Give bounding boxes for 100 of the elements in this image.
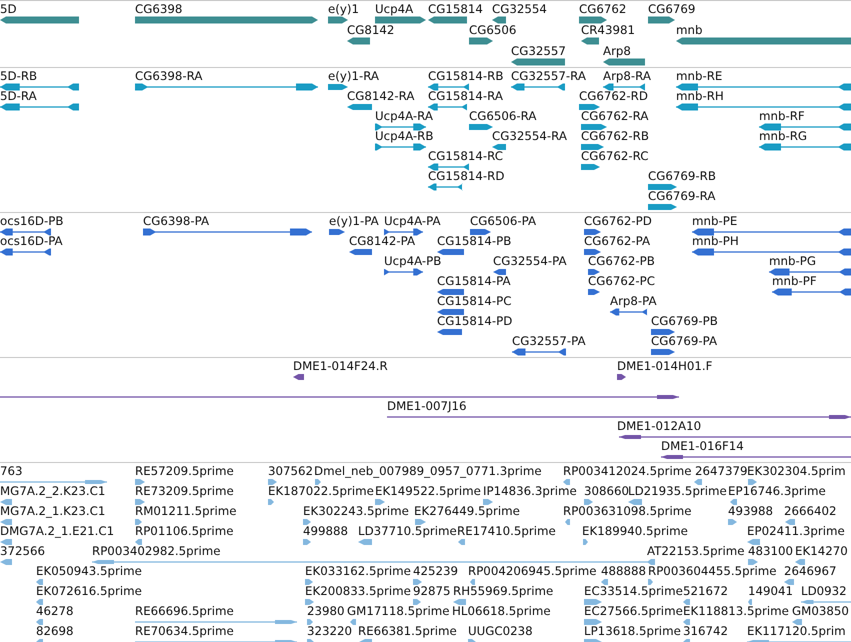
- feature-label: LD37710.5prime: [358, 524, 457, 538]
- feature-label: DME1-016F14: [661, 439, 744, 453]
- feature-label: RE73209.5prime: [135, 484, 234, 498]
- feature-label: e(y)1-RA: [328, 69, 379, 83]
- feature-label: DME1-007J16: [387, 399, 466, 413]
- feature-label: mnb-RH: [676, 89, 724, 103]
- feature-label: Arp8-RA: [603, 69, 651, 83]
- feature-label: CG15814-RB: [428, 69, 504, 83]
- feature-label: Ucp4A-RA: [375, 109, 433, 123]
- feature-label: EK118813.5prime: [683, 604, 789, 618]
- feature-label: HL06618.5prime: [452, 604, 551, 618]
- feature-label: 499888: [303, 524, 348, 538]
- feature-label: mnb-PG: [769, 254, 816, 268]
- feature-label: EP16746.3prime: [728, 484, 826, 498]
- feature-label: RE57209.5prime: [135, 464, 234, 478]
- feature-label: 316742: [683, 624, 728, 638]
- feature-label: 763: [0, 464, 23, 478]
- feature-label: DME1-014F24.R: [293, 359, 388, 373]
- feature-label: 521672: [683, 584, 728, 598]
- feature-label: DMG7A.2_1.E21.C1: [0, 524, 114, 538]
- feature-label: mnb-PE: [692, 214, 738, 228]
- feature-label: Ucp4A-PB: [384, 254, 442, 268]
- feature-label: CG32554: [492, 2, 547, 16]
- feature-label: 5D: [0, 2, 17, 16]
- feature-label: 5D-RB: [0, 69, 38, 83]
- feature-label: CG6762-RA: [581, 109, 648, 123]
- feature-label: 307562: [268, 464, 314, 478]
- feature-label: CG6506-PA: [470, 214, 536, 228]
- feature-label: CG6398: [135, 2, 182, 16]
- feature-label: 2646967: [784, 564, 837, 578]
- feature-label: CG6762-PA: [584, 234, 650, 248]
- feature-label: RP003412024.5prime: [563, 464, 692, 478]
- feature-label: EK276449.5prime: [414, 504, 520, 518]
- feature-label: CG6769-PA: [651, 334, 718, 348]
- feature-label: RP004206945.5prime: [468, 564, 596, 578]
- feature-label: 2647379: [695, 464, 748, 478]
- feature-label: 425239: [413, 564, 458, 578]
- feature-label: CG32554-RA: [492, 129, 567, 143]
- feature-label: Ucp4A: [375, 2, 414, 16]
- feature-label: CG8142-RA: [347, 89, 414, 103]
- feature-label: 149041: [748, 584, 794, 598]
- feature-label: Arp8: [603, 44, 631, 58]
- feature-label: RH55969.5prime: [453, 584, 554, 598]
- feature-label: 23980: [307, 604, 345, 618]
- feature-label: RE66696.5prime: [135, 604, 234, 618]
- feature-label: EK033162.5prime: [305, 564, 411, 578]
- feature-label: 2666402: [784, 504, 837, 518]
- feature-label: CG15814-RA: [428, 89, 503, 103]
- feature-label: EK117120.5prim: [747, 624, 846, 638]
- feature-label: 372566: [0, 544, 46, 558]
- feature-label: EK302243.5prime: [303, 504, 409, 518]
- feature-label: CG6506-RA: [469, 109, 536, 123]
- feature-label: RP003402982.5prime: [92, 544, 220, 558]
- feature-label: CG6762: [579, 2, 626, 16]
- feature-label: EK302304.5prim: [747, 464, 846, 478]
- feature-label: e(y)1: [328, 2, 359, 16]
- feature-label: EK189940.5prime: [582, 524, 688, 538]
- feature-label: RE17410.5prime: [457, 524, 556, 538]
- feature-label: CG6506: [469, 23, 516, 37]
- feature-label: RM01211.5prime: [135, 504, 237, 518]
- feature-label: mnb: [676, 23, 702, 37]
- feature-label: MG7A.2_1.K23.C1: [0, 504, 106, 518]
- feature-label: 488888: [601, 564, 646, 578]
- feature-label: CG15814-PA: [437, 274, 511, 288]
- feature-label: mnb-RG: [759, 129, 808, 143]
- feature-label: CG6769: [648, 2, 696, 16]
- feature-label: 493988: [728, 504, 774, 518]
- feature-label: mnb-PH: [692, 234, 739, 248]
- feature-label: Arp8-PA: [610, 294, 657, 308]
- feature-label: ocs16D-PB: [0, 214, 64, 228]
- feature-label: CG6762-PC: [588, 274, 656, 288]
- feature-label: RE70634.5prime: [135, 624, 234, 638]
- feature-label: mnb-PF: [772, 274, 817, 288]
- feature-label: EK187022.5prime: [268, 484, 374, 498]
- feature-label: DME1-014H01.F: [617, 359, 712, 373]
- feature-label: EK14270: [795, 544, 848, 558]
- feature-label: CG8142: [347, 23, 394, 37]
- feature-label: Dmel_neb_007989_0957_0771.3prime: [314, 464, 542, 478]
- feature-label: CG6769-RA: [648, 189, 716, 203]
- feature-label: CG32557: [511, 44, 566, 58]
- feature-label: 483100: [748, 544, 794, 558]
- feature-label: RP003604455.5prime: [648, 564, 776, 578]
- feature-label: AT22153.5prime: [647, 544, 745, 558]
- feature-label: EP02411.3prime: [747, 524, 845, 538]
- feature-label: CG15814-PC: [437, 294, 512, 308]
- feature-label: ocs16D-PA: [0, 234, 63, 248]
- feature-label: Ucp4A-PA: [384, 214, 441, 228]
- feature-label: EC27566.5prime: [584, 604, 683, 618]
- feature-label: CG15814: [428, 2, 483, 16]
- feature-label: CG15814-RD: [428, 169, 504, 183]
- feature-label: mnb-RE: [676, 69, 722, 83]
- feature-label: CG32554-PA: [493, 254, 567, 268]
- feature-label: EC33514.5prime: [584, 584, 683, 598]
- feature-label: CG6762-RB: [581, 129, 649, 143]
- feature-label: 92875: [413, 584, 451, 598]
- feature-label: CG6398-PA: [143, 214, 210, 228]
- feature-label: LD0932: [801, 584, 847, 598]
- feature-label: CG32557-RA: [511, 69, 586, 83]
- feature-label: MG7A.2_2.K23.C1: [0, 484, 106, 498]
- feature-label: RP01106.5prime: [135, 524, 234, 538]
